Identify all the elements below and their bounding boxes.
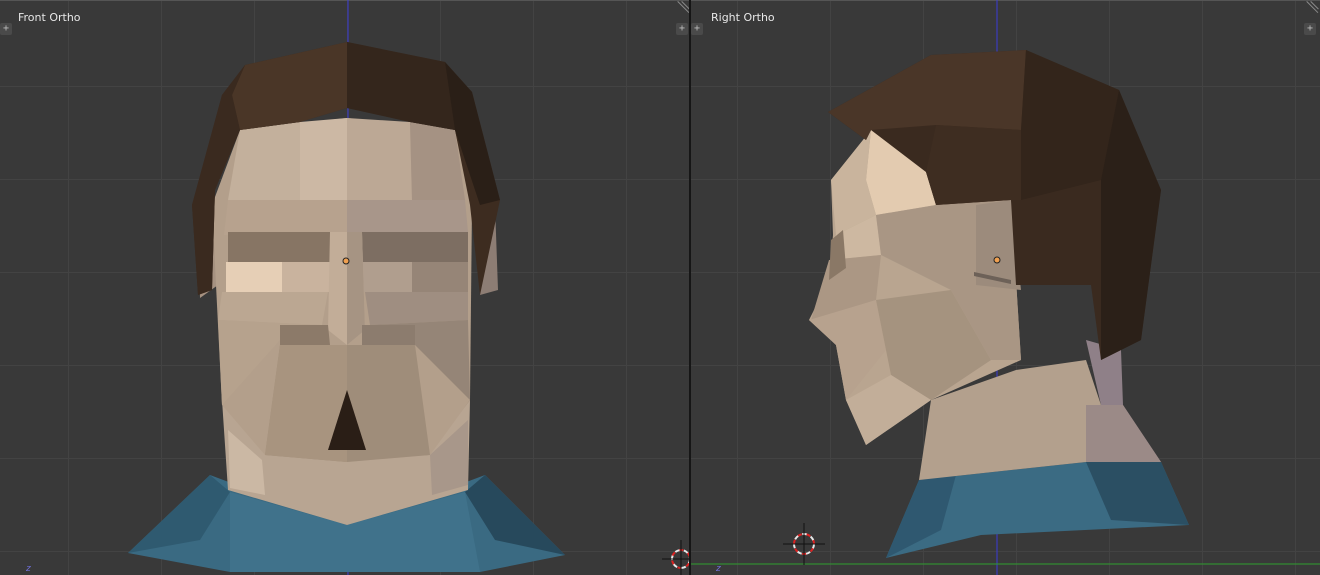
side-head-model[interactable] xyxy=(691,0,1320,575)
3d-cursor-icon[interactable] xyxy=(662,540,689,575)
3d-cursor-icon[interactable] xyxy=(783,523,825,565)
plus-icon[interactable]: + xyxy=(1304,23,1316,35)
plus-icon[interactable]: + xyxy=(691,23,703,35)
origin-point-icon xyxy=(342,257,350,265)
origin-point-icon xyxy=(993,256,1001,264)
front-head-model[interactable] xyxy=(0,0,689,575)
right-ortho-viewport[interactable]: Right Ortho + + z xyxy=(691,0,1320,575)
viewport-label: Front Ortho xyxy=(18,11,81,24)
axis-label: z xyxy=(716,564,721,574)
plus-icon[interactable]: + xyxy=(0,23,12,35)
corner-drag-icon[interactable] xyxy=(676,0,689,14)
viewport-label: Right Ortho xyxy=(711,11,775,24)
plus-icon[interactable]: + xyxy=(676,23,688,35)
front-ortho-viewport[interactable]: Front Ortho + + z xyxy=(0,0,689,575)
axis-label: z xyxy=(26,564,31,574)
corner-drag-icon[interactable] xyxy=(1305,0,1319,14)
